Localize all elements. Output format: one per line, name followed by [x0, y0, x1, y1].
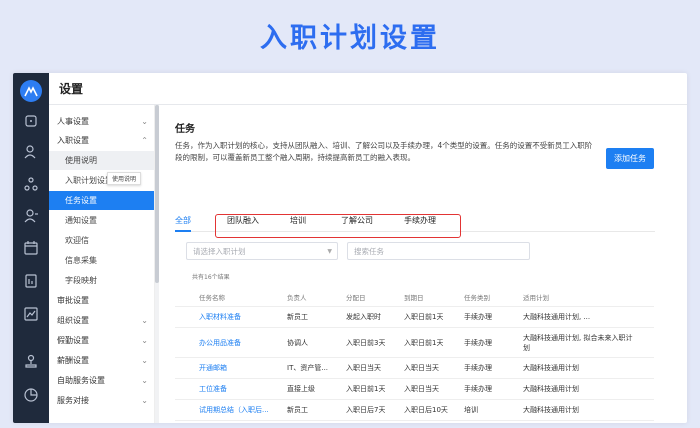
section-title: 任务 [175, 124, 195, 135]
sidebar-scrollbar[interactable] [155, 105, 159, 423]
sidebar-item-welcome-letter[interactable]: 欢迎信 [49, 231, 154, 250]
task-name-link[interactable]: 试用期总结（入职后... [199, 400, 269, 420]
sidebar-item-usage-guide[interactable]: 使用说明 [49, 151, 154, 170]
banner-title: 入职计划设置 [260, 22, 440, 54]
cell-assign-date: 入职日当天 [346, 364, 381, 372]
sidebar-item-hr-settings[interactable]: 人事设置 ⌄ [49, 112, 154, 131]
header-due-date: 到期日 [404, 293, 424, 302]
task-name-link[interactable]: 开通邮箱 [199, 358, 227, 378]
cell-assign-date: 入职日后7天 [346, 406, 386, 414]
user-icon[interactable] [23, 144, 39, 160]
sidebar-item-approval-settings[interactable]: 审批设置 [49, 291, 154, 310]
cell-category: 手续办理 [464, 364, 492, 372]
task-name-link[interactable]: 办公用品准备 [199, 328, 241, 357]
cell-category: 手续办理 [464, 313, 492, 321]
cell-category: 培训 [464, 406, 478, 414]
banner: 入职计划设置 [0, 0, 700, 70]
home-icon[interactable] [23, 113, 39, 129]
tooltip: 使用说明 [107, 172, 142, 185]
stamp-icon[interactable] [23, 354, 39, 370]
settings-sidebar: 人事设置 ⌄ 入职设置 ⌃ 使用说明 入职计划设置 任务设置 通知设置 欢迎信 信息… [49, 105, 155, 423]
table-header: 任务名称 负责人 分配日 到期日 任务类别 适用计划 [175, 287, 654, 307]
cell-due-date: 入职日当天 [404, 385, 439, 393]
cell-assign-date: 入职日前3天 [346, 338, 386, 347]
sidebar-item-org-settings[interactable]: 组织设置 ⌄ [49, 311, 154, 330]
header-assign-date: 分配日 [346, 293, 366, 302]
page-title: 设置 [59, 82, 84, 96]
sidebar-item-field-mapping[interactable]: 字段映射 [49, 271, 154, 290]
scrollbar-thumb[interactable] [155, 105, 159, 283]
chevron-down-icon: ⌄ [141, 356, 148, 365]
sidebar-item-payroll-settings[interactable]: 薪酬设置 ⌄ [49, 351, 154, 370]
task-name-link[interactable]: 工位准备 [199, 379, 227, 399]
header-category: 任务类别 [464, 293, 490, 302]
task-search-input[interactable]: 搜索任务 [347, 242, 530, 260]
add-task-button[interactable]: 添加任务 [606, 148, 654, 169]
header-plan: 适用计划 [523, 293, 549, 302]
tabs-highlight-box [215, 214, 461, 238]
cell-category: 手续办理 [464, 338, 492, 347]
header-task-name: 任务名称 [199, 293, 225, 302]
cell-category: 手续办理 [464, 385, 492, 393]
table-row[interactable]: 入职材料准备 新员工 发起入职时 入职日前1天 手续办理 大融科技通用计划, .… [175, 307, 654, 328]
cell-plan: 大融科技通用计划 [523, 406, 579, 414]
pie-icon[interactable] [23, 387, 39, 403]
chevron-down-icon: ⌄ [141, 336, 148, 345]
person-icon[interactable] [23, 208, 39, 224]
table-row[interactable]: 工位准备 直接上级 入职日前1天 入职日当天 手续办理 大融科技通用计划 [175, 379, 654, 400]
chevron-down-icon: ⌄ [141, 316, 148, 325]
top-bar: 设置 [49, 73, 687, 105]
calendar-icon[interactable] [23, 240, 39, 256]
cell-owner: 协调人 [287, 338, 308, 347]
cell-owner: 直接上级 [287, 385, 315, 393]
icon-rail [13, 73, 49, 423]
result-count: 共有16个结果 [192, 274, 230, 281]
task-name-link[interactable]: 入职材料准备 [199, 307, 241, 327]
chevron-down-icon: ▼ [327, 247, 332, 255]
cell-plan: 大融科技通用计划, ... [523, 313, 591, 321]
chart-icon[interactable] [23, 306, 39, 322]
app-window: 设置 人事设置 ⌄ 入职设置 ⌃ 使用说明 入职计划设置 任务设置 通知设置 欢迎信… [13, 73, 687, 423]
cell-due-date: 入职日后10天 [404, 406, 448, 414]
chevron-down-icon: ⌄ [141, 376, 148, 385]
cell-plan: 大融科技通用计划 [523, 385, 579, 393]
table-row[interactable]: 办公用品准备 协调人 入职日前3天 入职日前1天 手续办理 大融科技通用计划, … [175, 328, 654, 358]
sidebar-item-onboarding-settings[interactable]: 入职设置 ⌃ [49, 131, 154, 150]
sidebar-item-notification-settings[interactable]: 通知设置 [49, 211, 154, 230]
tab-all[interactable]: 全部 [175, 215, 191, 226]
section-description: 任务，作为入职计划的核心，支持从团队融入、培训、了解公司以及手续办理，4个类型的… [175, 141, 593, 162]
org-icon[interactable] [23, 176, 39, 192]
cell-due-date: 入职日前1天 [404, 313, 444, 321]
sidebar-item-integration[interactable]: 服务对接 ⌄ [49, 391, 154, 410]
chevron-down-icon: ⌄ [141, 117, 148, 126]
report-icon[interactable] [23, 273, 39, 289]
cell-owner: 新员工 [287, 313, 308, 321]
main-content: 任务 任务，作为入职计划的核心，支持从团队融入、培训、了解公司以及手续办理，4个… [160, 105, 687, 423]
task-table: 任务名称 负责人 分配日 到期日 任务类别 适用计划 入职材料准备 新员工 发起… [175, 287, 654, 421]
sidebar-item-info-collection[interactable]: 信息采集 [49, 251, 154, 270]
sidebar-item-leave-settings[interactable]: 假勤设置 ⌄ [49, 331, 154, 350]
header-owner: 负责人 [287, 293, 307, 302]
chevron-down-icon: ⌄ [141, 396, 148, 405]
chevron-up-icon: ⌃ [141, 136, 148, 145]
sidebar-item-self-service[interactable]: 自助服务设置 ⌄ [49, 371, 154, 390]
cell-plan: 大融科技通用计划 [523, 364, 579, 372]
cell-assign-date: 发起入职时 [346, 313, 381, 321]
plan-filter-select[interactable]: 请选择入职计划 ▼ [186, 242, 338, 260]
active-tab-indicator [175, 230, 191, 232]
app-logo-icon[interactable] [20, 80, 42, 102]
cell-owner: 新员工 [287, 406, 308, 414]
cell-owner: IT、资产管... [287, 364, 329, 372]
table-row[interactable]: 开通邮箱 IT、资产管... 入职日当天 入职日当天 手续办理 大融科技通用计划 [175, 358, 654, 379]
cell-assign-date: 入职日前1天 [346, 385, 386, 393]
cell-due-date: 入职日前1天 [404, 338, 444, 347]
cell-plan: 大融科技通用计划, 拟合未来入职计划 [523, 333, 633, 352]
table-row[interactable]: 试用期总结（入职后... 新员工 入职日后7天 入职日后10天 培训 大融科技通… [175, 400, 654, 421]
cell-due-date: 入职日当天 [404, 364, 439, 372]
sidebar-item-task-settings[interactable]: 任务设置 [49, 191, 154, 210]
